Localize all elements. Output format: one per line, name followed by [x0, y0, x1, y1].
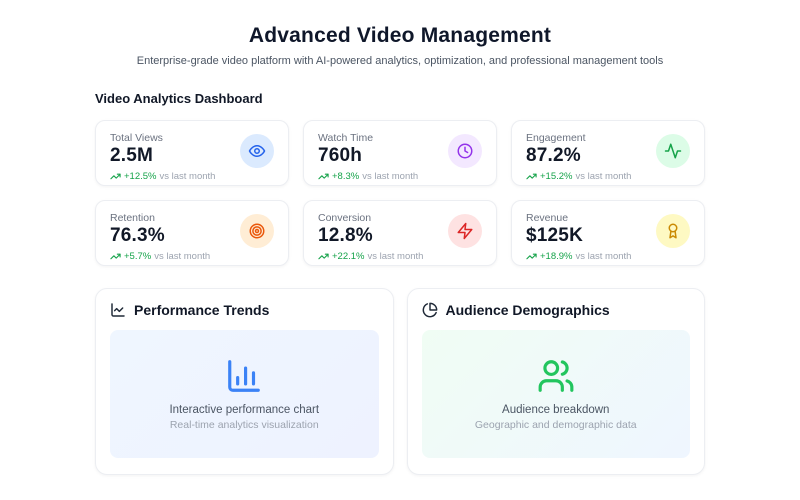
page-subtitle: Enterprise-grade video platform with AI-…: [136, 55, 664, 67]
section-title-analytics: Video Analytics Dashboard: [95, 91, 263, 106]
stats-grid: Total Views 2.5M +12.5% vs last month Wa…: [95, 120, 705, 266]
page-title: Advanced Video Management: [248, 24, 552, 47]
stat-label: Conversion: [318, 212, 372, 224]
stat-card-retention: Retention 76.3% +5.7% vs last month: [95, 200, 289, 266]
trending-up-icon: [318, 251, 329, 262]
trend-suffix: vs last month: [575, 171, 632, 182]
panel-title: Audience Demographics: [445, 302, 610, 318]
placeholder-subtitle: Geographic and demographic data: [474, 419, 637, 431]
placeholder-title: Audience breakdown: [502, 404, 610, 416]
bar-chart-icon: [225, 357, 263, 395]
page-header: Advanced Video Management Enterprise-gra…: [0, 24, 800, 67]
stat-value: 760h: [318, 145, 363, 166]
video-management-page: Advanced Video Management Enterprise-gra…: [0, 0, 800, 475]
award-icon: [656, 214, 690, 248]
trending-up-icon: [526, 171, 537, 182]
stat-value: 76.3%: [110, 225, 165, 246]
eye-icon: [240, 134, 274, 168]
trend-suffix: vs last month: [154, 251, 211, 262]
trend-percent: +8.3%: [332, 171, 360, 182]
trend-suffix: vs last month: [159, 171, 216, 182]
stat-trend: +5.7% vs last month: [110, 251, 210, 262]
trending-up-icon: [526, 251, 537, 262]
performance-chart-placeholder: Interactive performance chart Real-time …: [110, 330, 379, 458]
stat-trend: +18.9% vs last month: [526, 251, 631, 262]
stat-label: Retention: [110, 212, 155, 224]
stat-trend: +12.5% vs last month: [110, 171, 215, 182]
demographics-placeholder: Audience breakdown Geographic and demogr…: [421, 330, 690, 458]
panel-audience-demographics: Audience Demographics Audience breakdown…: [406, 288, 705, 475]
stat-label: Total Views: [110, 132, 163, 144]
trend-suffix: vs last month: [575, 251, 632, 262]
trend-suffix: vs last month: [367, 251, 424, 262]
users-icon: [537, 357, 575, 395]
stat-label: Watch Time: [318, 132, 374, 144]
trend-suffix: vs last month: [362, 171, 419, 182]
clock-icon: [448, 134, 482, 168]
panel-performance-trends: Performance Trends Interactive performan…: [95, 288, 394, 475]
trending-up-icon: [318, 171, 329, 182]
dashboard-content: Video Analytics Dashboard Total Views 2.…: [95, 91, 705, 475]
stat-value: 12.8%: [318, 225, 373, 246]
stat-card-total-views: Total Views 2.5M +12.5% vs last month: [95, 120, 289, 186]
panel-title: Performance Trends: [134, 302, 270, 318]
trend-percent: +15.2%: [540, 171, 573, 182]
stat-label: Engagement: [526, 132, 586, 144]
stat-card-revenue: Revenue $125K +18.9% vs last month: [511, 200, 705, 266]
stat-trend: +22.1% vs last month: [318, 251, 423, 262]
placeholder-subtitle: Real-time analytics visualization: [169, 419, 319, 431]
stat-value: $125K: [526, 225, 583, 246]
stat-card-conversion: Conversion 12.8% +22.1% vs last month: [303, 200, 497, 266]
trend-percent: +5.7%: [124, 251, 152, 262]
stat-trend: +15.2% vs last month: [526, 171, 631, 182]
trend-percent: +18.9%: [540, 251, 573, 262]
placeholder-title: Interactive performance chart: [169, 404, 320, 416]
stat-card-engagement: Engagement 87.2% +15.2% vs last month: [511, 120, 705, 186]
panel-header: Audience Demographics: [422, 302, 691, 318]
target-icon: [240, 214, 274, 248]
trending-up-icon: [110, 171, 121, 182]
stat-label: Revenue: [526, 212, 569, 224]
panels-grid: Performance Trends Interactive performan…: [95, 288, 705, 475]
trending-up-icon: [110, 251, 121, 262]
panel-header: Performance Trends: [110, 302, 379, 318]
stat-value: 2.5M: [110, 145, 154, 166]
stat-value: 87.2%: [526, 145, 581, 166]
stat-card-watch-time: Watch Time 760h +8.3% vs last month: [303, 120, 497, 186]
stat-trend: +8.3% vs last month: [318, 171, 418, 182]
trend-percent: +12.5%: [124, 171, 157, 182]
chart-line-icon: [110, 302, 126, 318]
trend-percent: +22.1%: [332, 251, 365, 262]
zap-icon: [448, 214, 482, 248]
pie-chart-icon: [422, 302, 438, 318]
activity-icon: [656, 134, 690, 168]
